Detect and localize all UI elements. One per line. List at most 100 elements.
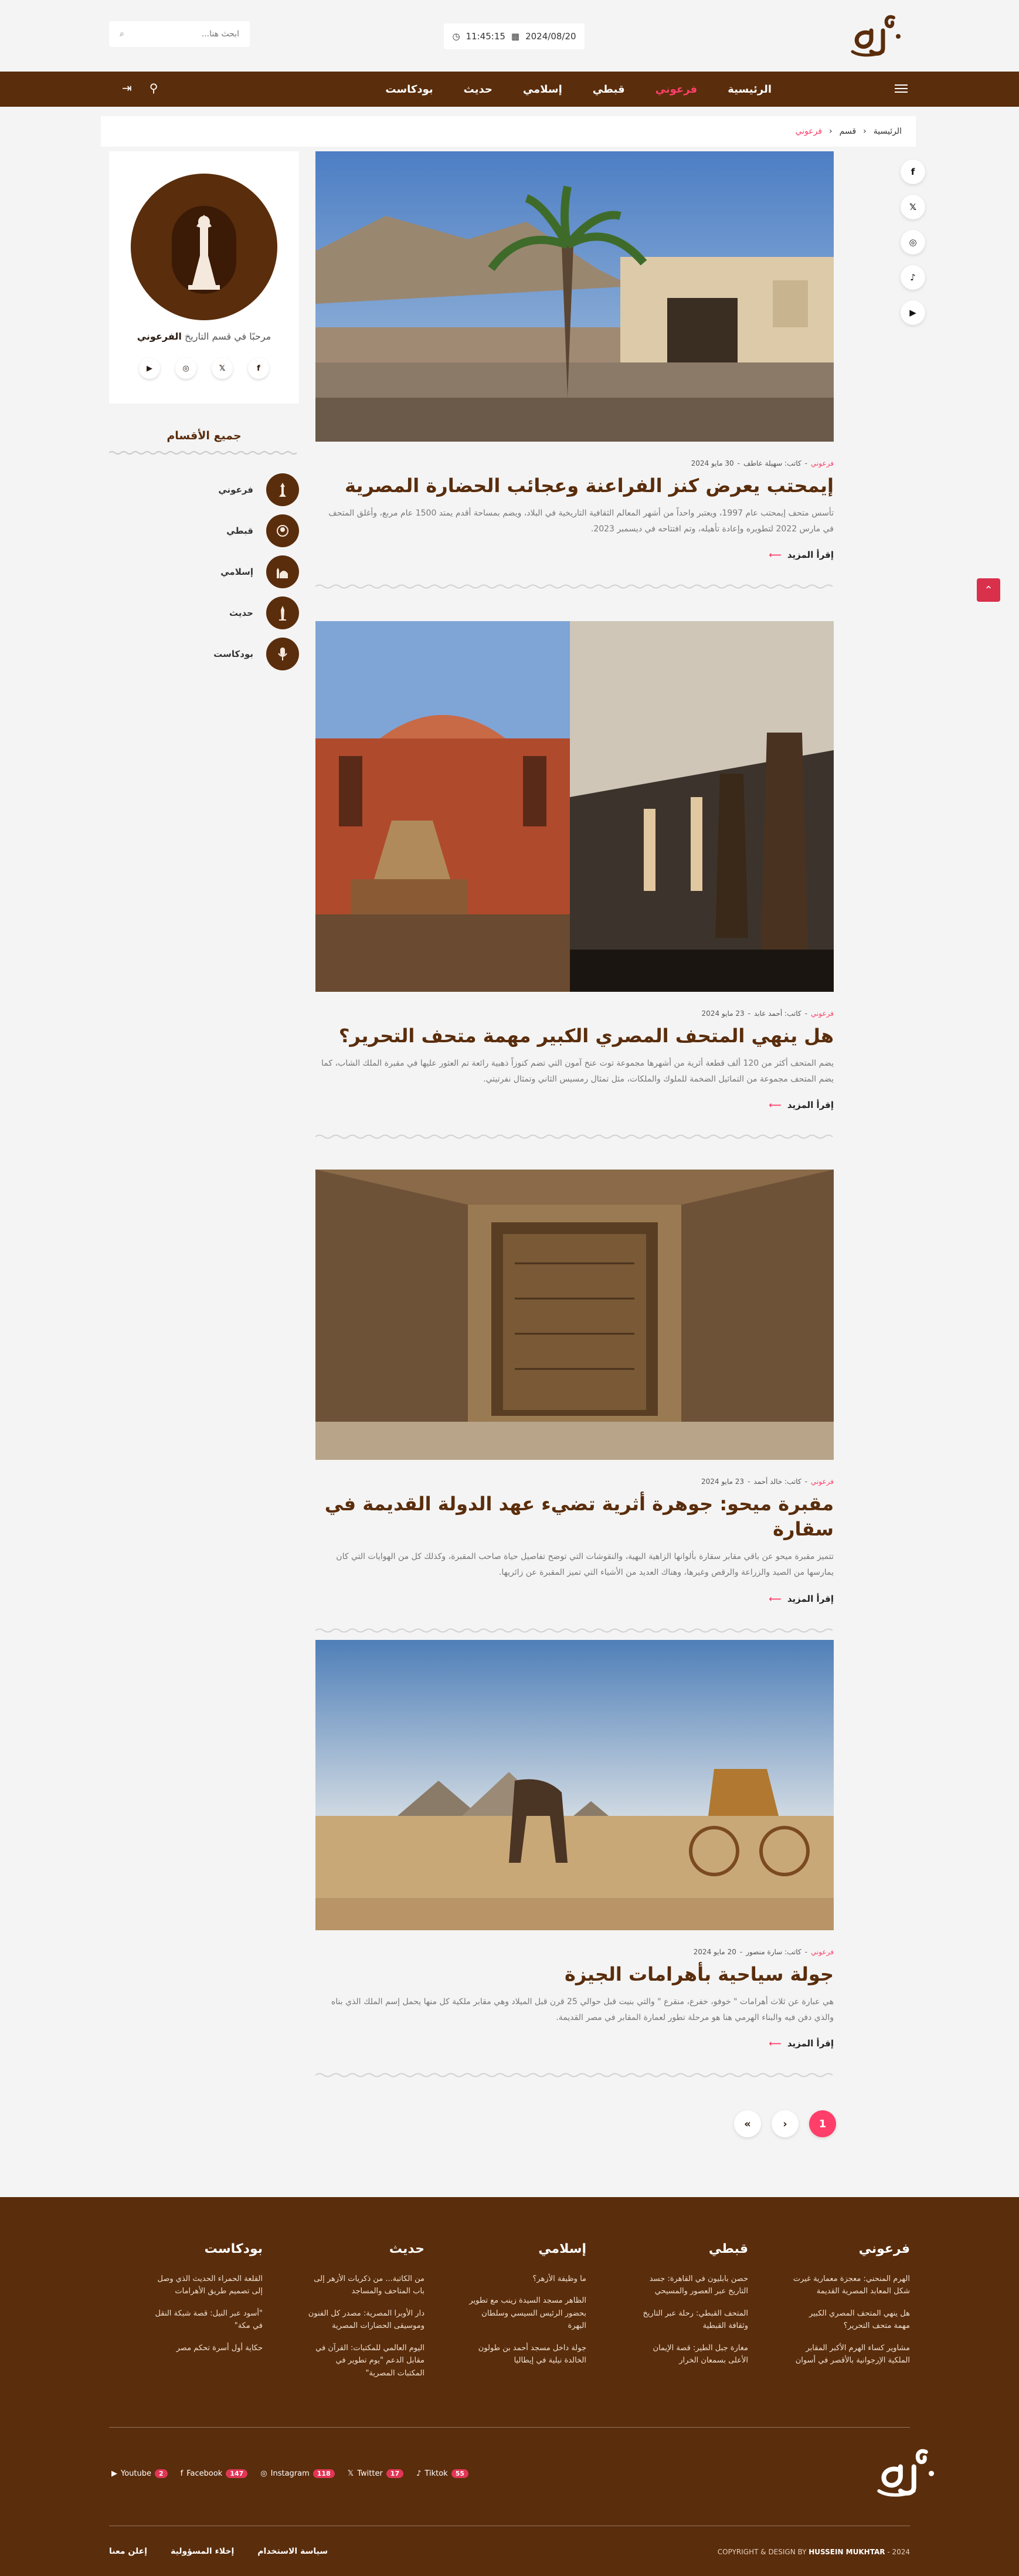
copyright-name[interactable]: HUSSEIN MUKHTAR [809, 2548, 885, 2556]
arrow-left-icon: ⟵ [769, 2038, 782, 2049]
breadcrumb-separator-icon: ‹ [829, 127, 833, 136]
footer-social-instagram[interactable]: ◎ Instagram 118 [260, 2469, 335, 2478]
footer-link[interactable]: مشاوير كساء الهرم الأكبر المقابر الملكية… [793, 2342, 910, 2367]
footer-link[interactable]: الظاهر مسجد السيدة زينب مع تطوير بحضور ا… [469, 2294, 586, 2332]
pharaoh-statue-icon [172, 206, 236, 294]
pagination: « › 1 [734, 2110, 836, 2137]
article-image-museum-entrance[interactable] [315, 151, 834, 442]
breadcrumb-home[interactable]: الرئيسية [874, 127, 902, 136]
footer-social-facebook[interactable]: f Facebook 147 [181, 2469, 248, 2478]
article-title[interactable]: هل ينهي المتحف المصري الكبير مهمة متحف ا… [315, 1023, 834, 1049]
category-label: إسلامي [220, 567, 253, 577]
article-excerpt: هي عبارة عن ثلاث أهرامات " خوفو، خفرع، م… [331, 1997, 834, 2022]
article-author[interactable]: كاتب: سهيلة عاطف [743, 459, 801, 467]
footer-link[interactable]: من الكاتبة... من ذكريات الأزهر إلى باب ا… [307, 2273, 424, 2298]
category-item-coptic[interactable]: قبطي [109, 510, 299, 551]
footer-link[interactable]: حكاية أول أسرة تحكم مصر [145, 2342, 263, 2354]
instagram-icon[interactable]: ◎ [901, 230, 925, 255]
article-image-tomb-mehu[interactable] [315, 1170, 834, 1460]
read-more-link[interactable]: إقرأ المزيد ⟵ [315, 2038, 834, 2049]
pagination-page-current[interactable]: 1 [809, 2110, 836, 2137]
footer-link[interactable]: هل ينهي المتحف المصري الكبير مهمة متحف ا… [793, 2307, 910, 2333]
footer-link-advertise[interactable]: إعلن معنا [109, 2547, 147, 2556]
facebook-icon[interactable]: f [248, 358, 269, 379]
footer-social-tiktok[interactable]: ♪ Tiktok 55 [416, 2469, 468, 2478]
article-title[interactable]: إيمحتب يعرض كنز الفراعنة وعجائب الحضارة … [315, 473, 834, 499]
category-item-podcast[interactable]: بودكاست [109, 633, 299, 674]
article-title[interactable]: جولة سياحية بأهرامات الجيزة [315, 1962, 834, 1987]
breadcrumb-section[interactable]: قسم [840, 127, 857, 136]
search-box[interactable]: ابحث هنا... ⌕ [109, 21, 250, 47]
nav-item-coptic[interactable]: قبطي [578, 83, 640, 96]
coptic-icon [266, 514, 299, 547]
article-divider [315, 1628, 833, 1633]
scroll-to-top-button[interactable]: ⌃ [977, 578, 1000, 602]
date-time-box: ◷ 11:45:15 ▦ 2024/08/20 [444, 23, 585, 49]
youtube-icon: ▶ [111, 2469, 117, 2478]
article-divider [315, 584, 833, 589]
location-icon[interactable]: ⚲ [150, 81, 158, 95]
youtube-icon[interactable]: ▶ [139, 358, 160, 379]
nav-item-modern[interactable]: حديث [449, 83, 508, 96]
footer-link[interactable]: جولة داخل مسجد أحمد بن طولون الخالدة نيل… [469, 2342, 586, 2367]
search-input[interactable]: ابحث هنا... [202, 29, 239, 39]
twitter-icon[interactable]: 𝕏 [212, 358, 233, 379]
article-excerpt: تأسس متحف إيمحتب عام 1997، ويعتبر واحداً… [328, 509, 834, 534]
pagination-next[interactable]: › [772, 2110, 799, 2137]
footer-social-twitter[interactable]: 𝕏 Twitter 17 [348, 2469, 404, 2478]
category-item-pharaonic[interactable]: فرعوني [109, 469, 299, 510]
footer-link[interactable]: ما وظيفة الأزهر؟ [469, 2273, 586, 2285]
nav-items: الرئيسية فرعوني قبطي إسلامي حديث بودكاست [370, 72, 787, 107]
footer-social-stats: ▶ Youtube 2 f Facebook 147 ◎ Instagram 118 𝕏 Tw… [111, 2469, 468, 2478]
category-item-islamic[interactable]: إسلامي [109, 551, 299, 592]
search-icon[interactable]: ⌕ [120, 29, 124, 39]
article-title[interactable]: مقبرة ميحو: جوهرة أثرية تضيء عهد الدولة … [315, 1492, 834, 1542]
footer-social-youtube[interactable]: ▶ Youtube 2 [111, 2469, 168, 2478]
footer-divider [109, 2427, 910, 2428]
login-icon[interactable]: ⇥ [122, 81, 132, 95]
read-more-link[interactable]: إقرأ المزيد ⟵ [315, 1594, 834, 1604]
footer-column-podcast: بودكاست القلعة الحمراء الحديث الذي وصل إ… [145, 2242, 263, 2364]
pagination-first[interactable]: « [734, 2110, 761, 2137]
article-category[interactable]: فرعوني [811, 1477, 834, 1486]
article-image-egyptian-museum[interactable] [315, 621, 834, 992]
tiktok-icon[interactable]: ♪ [901, 265, 925, 290]
breadcrumb-current: فرعوني [795, 127, 823, 136]
category-item-modern[interactable]: حديث [109, 592, 299, 633]
nav-item-pharaonic[interactable]: فرعوني [640, 83, 713, 96]
instagram-icon[interactable]: ◎ [175, 358, 196, 379]
footer-link-disclaimer[interactable]: إخلاء المسؤولية [171, 2547, 234, 2556]
article-author[interactable]: كاتب: سارة منصور [746, 1948, 801, 1956]
nav-icons: ⚲ ⇥ [122, 81, 158, 95]
site-logo[interactable] [848, 13, 904, 59]
article-category[interactable]: فرعوني [811, 1948, 834, 1956]
nav-item-islamic[interactable]: إسلامي [508, 83, 578, 96]
footer-link[interactable]: القلعة الحمراء الحديث الذي وصل إلى تصميم… [145, 2273, 263, 2298]
article-category[interactable]: فرعوني [811, 1009, 834, 1018]
footer-link[interactable]: حصن بابليون في القاهرة: جسد التاريخ عبر … [631, 2273, 748, 2298]
footer-link[interactable]: اليوم العالمي للمكتبات: القرآن في مقابل … [307, 2342, 424, 2380]
article-image-giza-pyramids[interactable] [315, 1640, 834, 1930]
nav-item-home[interactable]: الرئيسية [712, 83, 787, 96]
nav-item-podcast[interactable]: بودكاست [370, 83, 448, 96]
footer-link[interactable]: الهرم المنحني: معجزة معمارية غيرت شكل ال… [793, 2273, 910, 2298]
article-card: فرعوني - كاتب: سارة منصور - 20 مايو 2024… [315, 1640, 834, 2080]
youtube-icon[interactable]: ▶ [901, 300, 925, 325]
article-category[interactable]: فرعوني [811, 459, 834, 467]
footer-link[interactable]: مغارة جبل الطير: قصة الإيمان الأعلى بسمع… [631, 2342, 748, 2367]
article-author[interactable]: كاتب: خالد أحمد [753, 1477, 801, 1486]
footer-logo[interactable] [874, 2443, 938, 2502]
read-more-link[interactable]: إقرأ المزيد ⟵ [315, 1100, 834, 1110]
read-more-link[interactable]: إقرأ المزيد ⟵ [315, 550, 834, 560]
footer-link[interactable]: المتحف القبطي: رحلة عبر التاريخ وثقافة ا… [631, 2307, 748, 2333]
menu-icon[interactable] [895, 82, 908, 95]
footer-link[interactable]: دار الأوبرا المصرية: مصدر كل الفنون وموس… [307, 2307, 424, 2333]
category-label: بودكاست [213, 649, 253, 659]
facebook-icon[interactable]: f [901, 160, 925, 184]
social-rail: f 𝕏 ◎ ♪ ▶ [901, 160, 925, 325]
footer-link-terms[interactable]: سياسة الاستخدام [257, 2547, 328, 2556]
footer-link[interactable]: "أسود عبر النيل: قصة شبكة النقل في مكة" [145, 2307, 263, 2333]
article-author[interactable]: كاتب: أحمد عابد [754, 1009, 801, 1018]
footer-column-title: بودكاست [204, 2242, 263, 2256]
twitter-icon[interactable]: 𝕏 [901, 195, 925, 219]
